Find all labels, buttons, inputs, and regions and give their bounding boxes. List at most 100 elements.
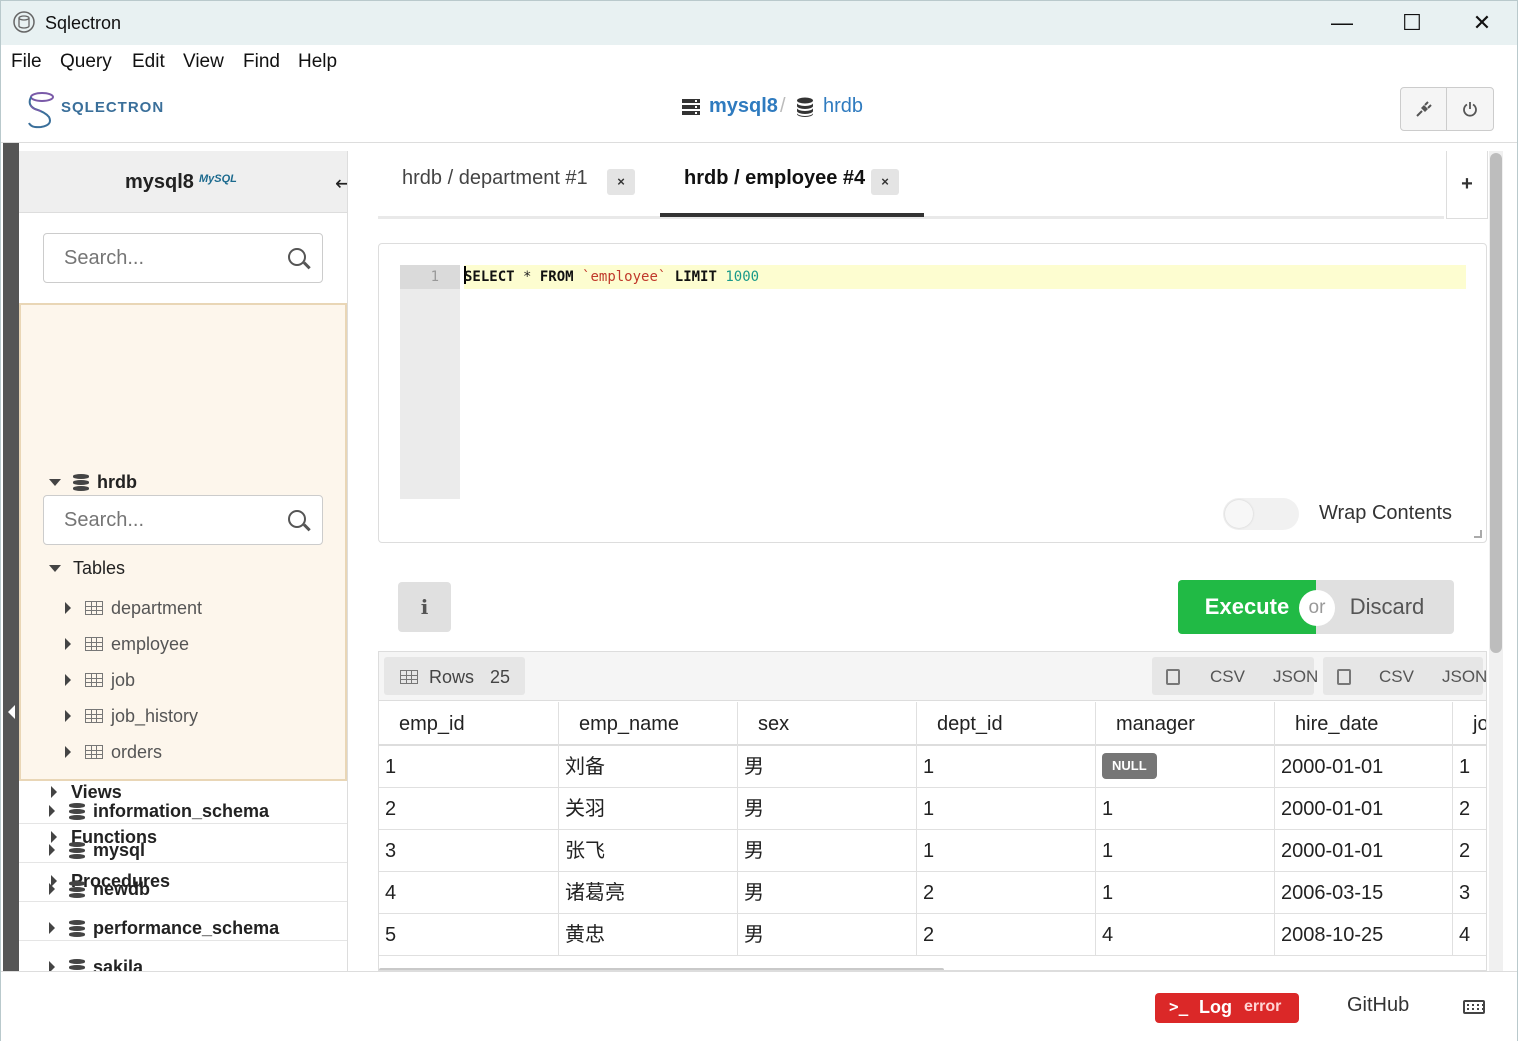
menu-edit[interactable]: Edit bbox=[132, 51, 165, 73]
column-header[interactable]: sex bbox=[738, 702, 917, 746]
tree-table-job-history[interactable]: job_history bbox=[65, 703, 198, 729]
table-cell[interactable]: 2 bbox=[917, 914, 1096, 956]
table-cell[interactable]: 4 bbox=[1096, 914, 1275, 956]
table-cell[interactable]: 1 bbox=[917, 788, 1096, 830]
menu-bar: File Query Edit View Find Help bbox=[1, 45, 1517, 79]
column-header[interactable]: manager bbox=[1096, 702, 1275, 746]
table-icon bbox=[85, 745, 103, 759]
power-button[interactable] bbox=[1447, 88, 1493, 130]
resize-horizontal-icon[interactable]: ⟷ bbox=[335, 171, 347, 196]
menu-file[interactable]: File bbox=[11, 51, 42, 73]
db-label: performance_schema bbox=[93, 917, 280, 938]
table-cell[interactable]: 2006-03-15 bbox=[1275, 872, 1453, 914]
editor-resize-handle[interactable] bbox=[1474, 530, 1482, 538]
table-cell[interactable]: 1 bbox=[1453, 746, 1486, 788]
scrollbar-thumb[interactable] bbox=[1490, 153, 1502, 653]
query-editor[interactable]: 1 SELECT * FROM `employee` LIMIT 1000 Wr… bbox=[378, 243, 1487, 543]
maximize-button[interactable]: ☐ bbox=[1377, 1, 1447, 45]
table-cell[interactable]: 男 bbox=[738, 914, 917, 956]
table-cell[interactable]: 4 bbox=[1453, 914, 1486, 956]
query-info-button[interactable]: i bbox=[398, 582, 451, 632]
sidebar-db-newdb[interactable]: newdb bbox=[19, 863, 347, 902]
table-cell[interactable]: 1 bbox=[917, 830, 1096, 872]
column-header[interactable]: dept_id bbox=[917, 702, 1096, 746]
table-cell[interactable]: 2000-01-01 bbox=[1275, 830, 1453, 872]
table-cell[interactable]: 1 bbox=[379, 746, 559, 788]
table-cell[interactable]: 关羽 bbox=[559, 788, 738, 830]
table-cell[interactable]: 张飞 bbox=[559, 830, 738, 872]
tab-close-button[interactable]: × bbox=[871, 169, 899, 195]
tree-table-employee[interactable]: employee bbox=[65, 631, 189, 657]
keyboard-icon[interactable] bbox=[1463, 1000, 1485, 1014]
save-json-button[interactable]: JSON bbox=[1442, 667, 1486, 687]
table-cell[interactable]: 刘备 bbox=[559, 746, 738, 788]
tab-department[interactable]: hrdb / department #1 × bbox=[378, 151, 648, 217]
database-icon bbox=[73, 473, 89, 491]
table-cell[interactable]: 2000-01-01 bbox=[1275, 746, 1453, 788]
breadcrumb-server[interactable]: mysql8 bbox=[709, 95, 778, 118]
breadcrumb-separator: / bbox=[780, 95, 786, 117]
minimize-button[interactable]: — bbox=[1307, 1, 1377, 45]
breadcrumb-database[interactable]: hrdb bbox=[823, 95, 863, 118]
table-cell[interactable]: 诸葛亮 bbox=[559, 872, 738, 914]
tab-close-button[interactable]: × bbox=[607, 169, 635, 195]
column-header[interactable]: hire_date bbox=[1275, 702, 1453, 746]
sqlectron-logo-text: SQLECTRON bbox=[61, 99, 165, 116]
log-button[interactable]: >_ Log error bbox=[1155, 993, 1299, 1023]
column-header[interactable]: emp_name bbox=[559, 702, 738, 746]
table-cell[interactable]: 2 bbox=[379, 788, 559, 830]
table-cell[interactable]: 3 bbox=[379, 830, 559, 872]
table-cell[interactable]: 5 bbox=[379, 914, 559, 956]
table-cell[interactable]: 2000-01-01 bbox=[1275, 788, 1453, 830]
tree-table-department[interactable]: department bbox=[65, 595, 202, 621]
tree-table-job[interactable]: job bbox=[65, 667, 135, 693]
save-csv-button[interactable]: CSV bbox=[1379, 667, 1414, 687]
disconnect-button[interactable] bbox=[1401, 88, 1447, 130]
add-tab-button[interactable]: + bbox=[1446, 151, 1488, 219]
table-cell[interactable]: 1 bbox=[917, 746, 1096, 788]
table-cell[interactable]: 1 bbox=[1096, 872, 1275, 914]
github-link[interactable]: GitHub bbox=[1347, 994, 1409, 1017]
table-cell[interactable]: 1 bbox=[1096, 788, 1275, 830]
execute-button[interactable]: Execute bbox=[1178, 580, 1316, 634]
table-search-input[interactable] bbox=[64, 507, 264, 533]
server-search-input[interactable] bbox=[64, 245, 264, 271]
table-cell[interactable]: 男 bbox=[738, 872, 917, 914]
copy-csv-button[interactable]: CSV bbox=[1210, 667, 1245, 687]
table-cell[interactable]: 1 bbox=[1096, 830, 1275, 872]
main-scrollbar[interactable] bbox=[1489, 151, 1503, 971]
table-cell[interactable]: 2 bbox=[1453, 830, 1486, 872]
menu-find[interactable]: Find bbox=[243, 51, 280, 73]
mysql-logo: MySQL bbox=[199, 173, 237, 185]
table-cell[interactable]: 男 bbox=[738, 746, 917, 788]
table-cell[interactable]: 3 bbox=[1453, 872, 1486, 914]
menu-query[interactable]: Query bbox=[60, 51, 112, 73]
table-cell[interactable]: 2008-10-25 bbox=[1275, 914, 1453, 956]
sidebar-collapse-strip[interactable] bbox=[3, 143, 19, 971]
code-line[interactable]: SELECT * FROM `employee` LIMIT 1000 bbox=[464, 265, 1466, 289]
sidebar-db-information-schema[interactable]: information_schema bbox=[19, 785, 347, 824]
table-cell[interactable]: 男 bbox=[738, 788, 917, 830]
discard-button[interactable]: Discard bbox=[1316, 580, 1454, 634]
column-header[interactable]: emp_id bbox=[379, 702, 559, 746]
table-cell[interactable]: 4 bbox=[379, 872, 559, 914]
menu-view[interactable]: View bbox=[183, 51, 224, 73]
table-cell[interactable]: NULL bbox=[1096, 746, 1275, 788]
close-window-button[interactable]: ✕ bbox=[1447, 1, 1517, 45]
wrap-contents-toggle[interactable] bbox=[1223, 498, 1299, 530]
tree-table-orders[interactable]: orders bbox=[65, 739, 162, 765]
table-cell[interactable]: 黄忠 bbox=[559, 914, 738, 956]
column-header[interactable]: job_id bbox=[1453, 702, 1486, 746]
sidebar-db-performance-schema[interactable]: performance_schema bbox=[19, 902, 347, 941]
tree-db-hrdb[interactable]: hrdb bbox=[49, 469, 137, 495]
sidebar-db-sakila[interactable]: sakila bbox=[19, 941, 347, 971]
copy-json-button[interactable]: JSON bbox=[1273, 667, 1318, 687]
tab-employee[interactable]: hrdb / employee #4 × bbox=[660, 151, 924, 217]
db-label: mysql bbox=[93, 839, 146, 860]
table-cell[interactable]: 男 bbox=[738, 830, 917, 872]
table-cell[interactable]: 2 bbox=[917, 872, 1096, 914]
sidebar-db-mysql[interactable]: mysql bbox=[19, 824, 347, 863]
table-cell[interactable]: 2 bbox=[1453, 788, 1486, 830]
menu-help[interactable]: Help bbox=[298, 51, 337, 73]
tree-tables[interactable]: Tables bbox=[49, 555, 125, 581]
